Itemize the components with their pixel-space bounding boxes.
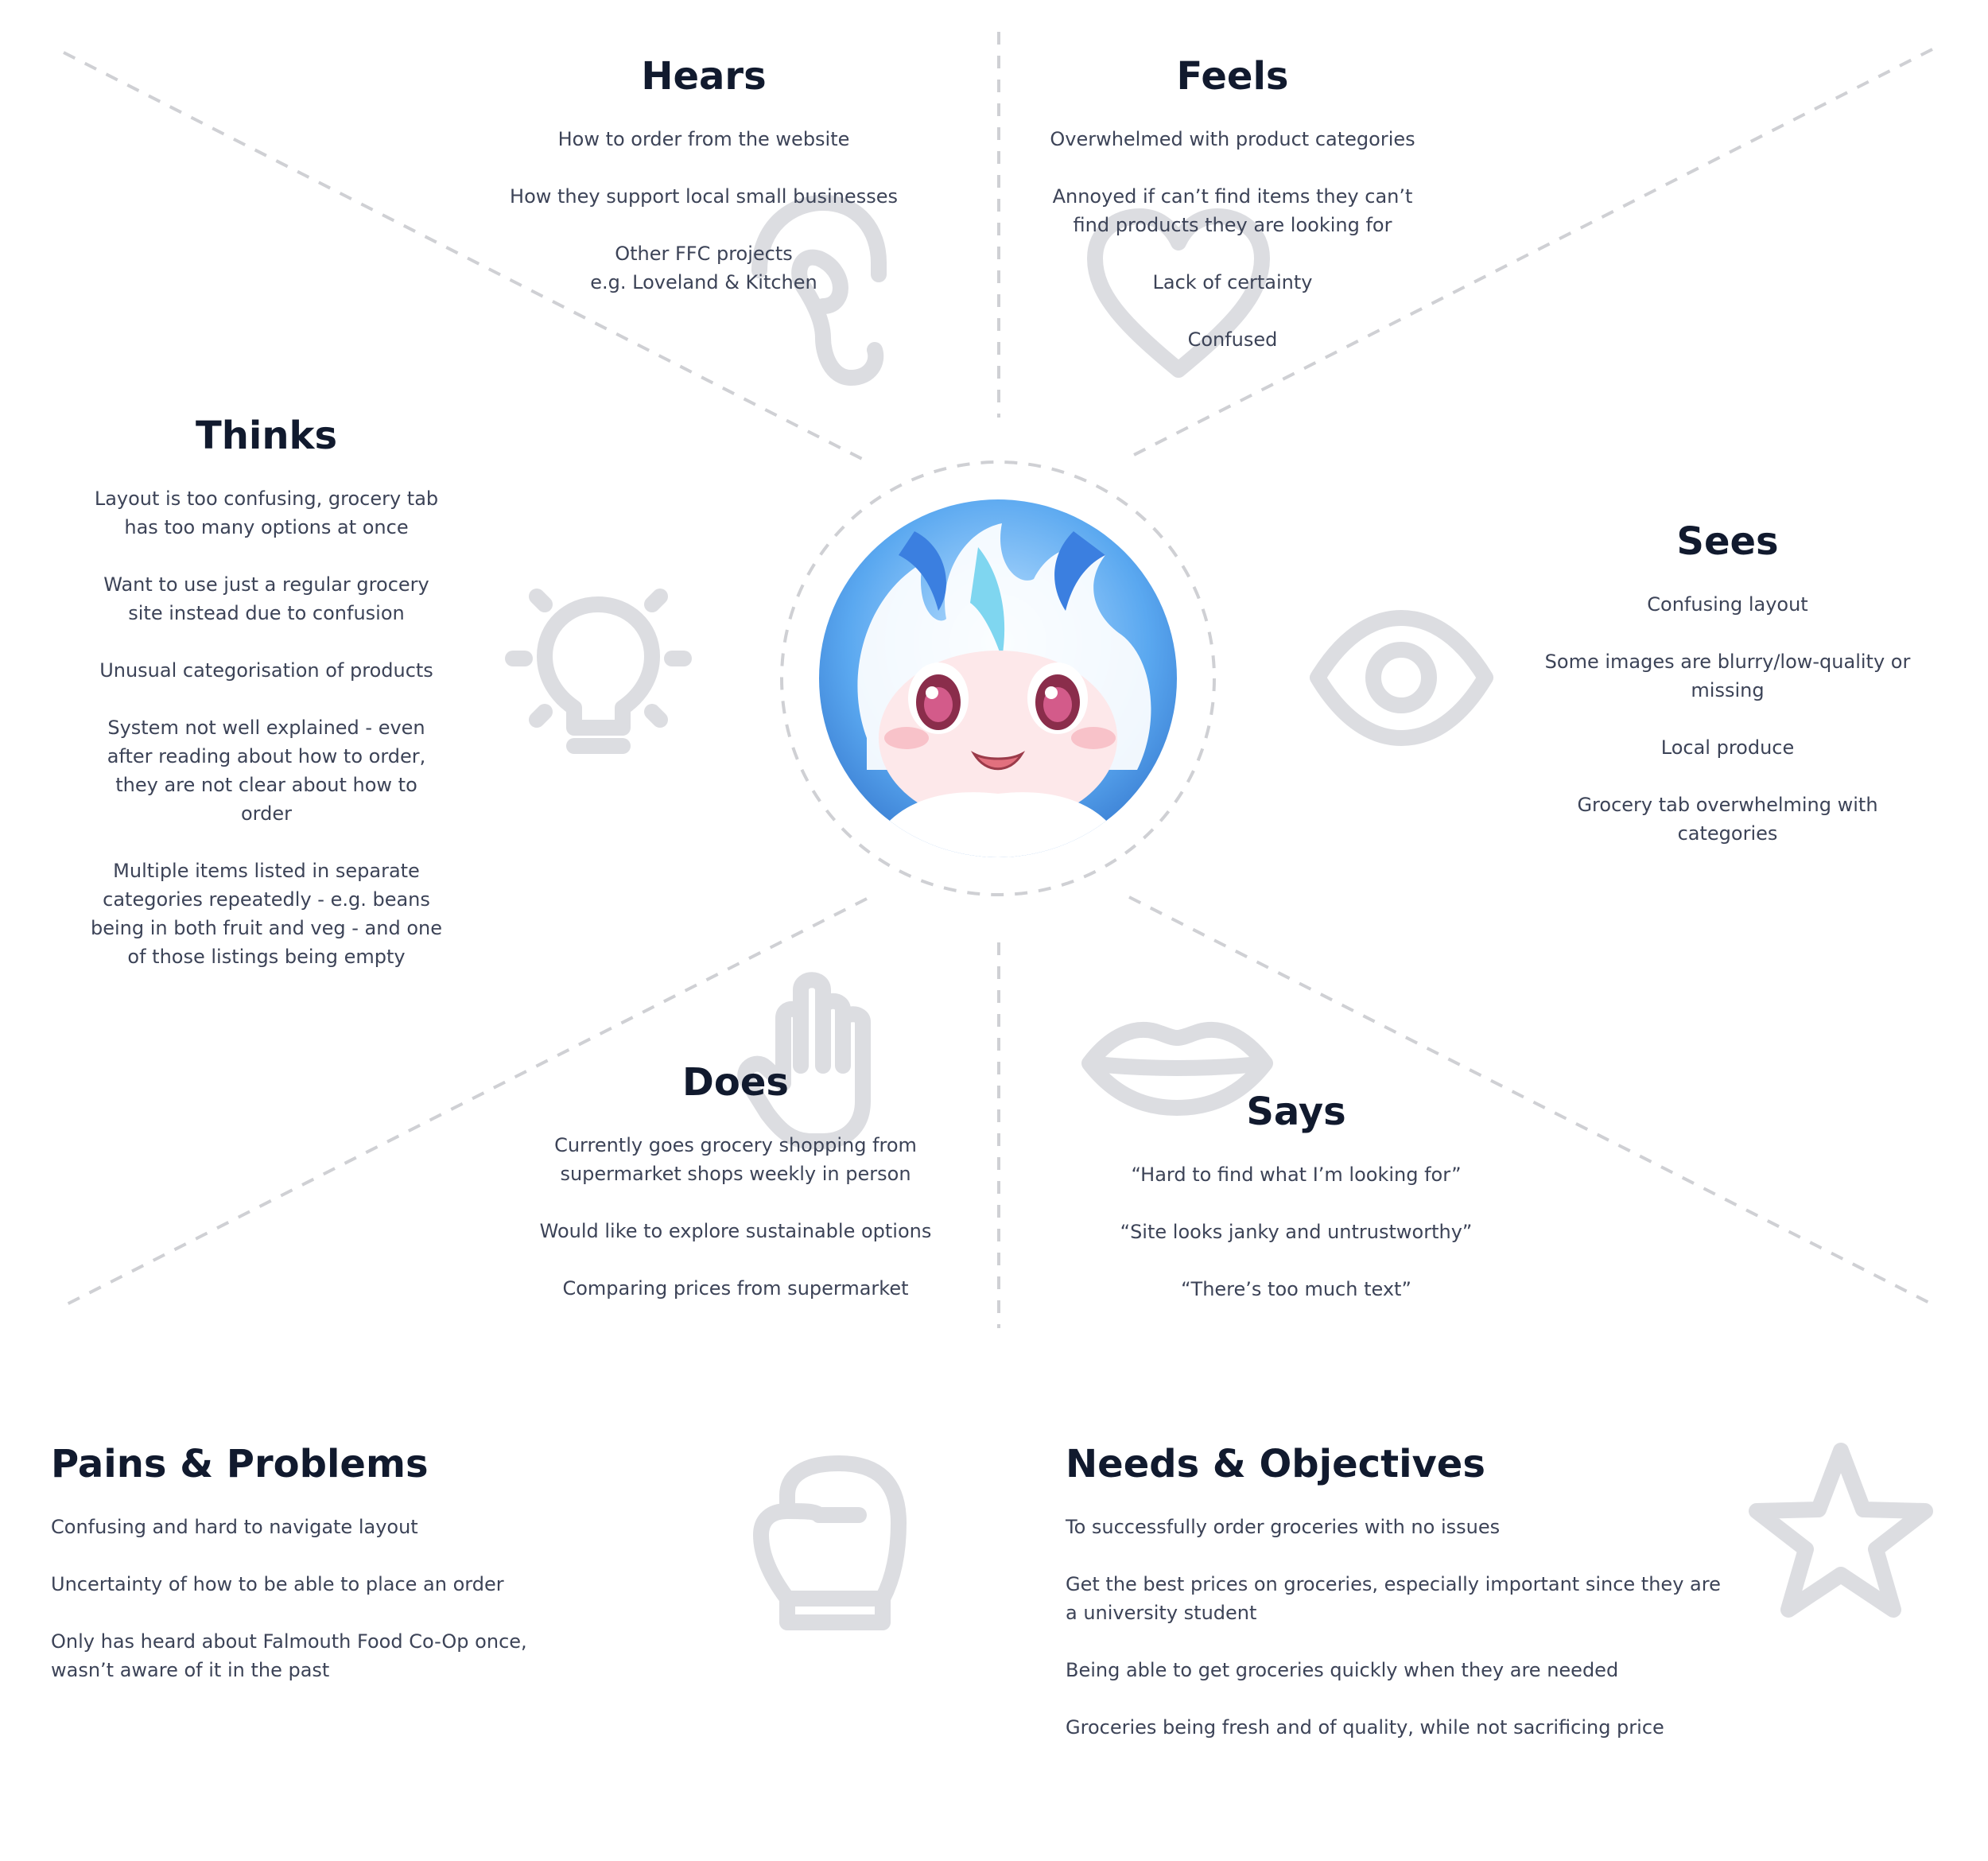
needs-section: Needs & Objectives To successfully order… <box>1066 1443 1726 1770</box>
hears-list: How to order from the website How they s… <box>477 125 930 297</box>
lightbulb-icon <box>505 589 692 767</box>
does-list: Currently goes grocery shopping from sup… <box>537 1131 934 1303</box>
pains-section: Pains & Problems Confusing and hard to n… <box>51 1443 544 1713</box>
list-item: Comparing prices from supermarket <box>562 1276 909 1300</box>
pains-title: Pains & Problems <box>51 1442 429 1486</box>
list-item: Grocery tab overwhelming with categories <box>1577 793 1878 845</box>
thinks-list: Layout is too confusing, grocery tab has… <box>87 484 445 971</box>
list-item: Currently goes grocery shopping from sup… <box>554 1133 917 1185</box>
boxing-glove-icon <box>751 1451 911 1630</box>
list-item: Confusing layout <box>1647 592 1808 616</box>
thinks-title: Thinks <box>195 414 338 458</box>
list-item: “Hard to find what I’m looking for” <box>1131 1163 1462 1186</box>
list-item: How to order from the website <box>557 127 850 150</box>
list-item: Confused <box>1187 328 1278 351</box>
star-icon <box>1745 1439 1936 1630</box>
list-item: Local produce <box>1660 736 1795 759</box>
list-item: Unusual categorisation of products <box>99 659 433 682</box>
does-title: Does <box>682 1060 789 1105</box>
pains-list: Confusing and hard to navigate layout Un… <box>51 1513 544 1684</box>
says-title: Says <box>1246 1090 1346 1134</box>
does-section: Does Currently goes grocery shopping fro… <box>537 1062 934 1331</box>
list-item: Overwhelmed with product categories <box>1050 127 1415 150</box>
eye-icon <box>1308 608 1495 748</box>
says-list: “Hard to find what I’m looking for” “Sit… <box>1097 1160 1495 1303</box>
thinks-section: Thinks Layout is too confusing, grocery … <box>87 415 445 1000</box>
hears-title: Hears <box>641 54 767 99</box>
feels-section: Feels Overwhelmed with product categorie… <box>1034 56 1431 383</box>
list-item: Lack of certainty <box>1152 270 1313 293</box>
feels-title: Feels <box>1176 54 1289 99</box>
list-item: “There’s too much text” <box>1181 1277 1411 1300</box>
feels-list: Overwhelmed with product categories Anno… <box>1034 125 1431 354</box>
list-item: To successfully order groceries with no … <box>1066 1515 1501 1538</box>
list-item: Want to use just a regular grocery site … <box>103 573 429 624</box>
needs-list: To successfully order groceries with no … <box>1066 1513 1726 1742</box>
sees-list: Confusing layout Some images are blurry/… <box>1543 590 1912 848</box>
list-item: Groceries being fresh and of quality, wh… <box>1066 1715 1664 1739</box>
list-item: Annoyed if can’t find items they can’t f… <box>1052 185 1413 236</box>
list-item: Other FFC projects e.g. Loveland & Kitch… <box>590 242 817 293</box>
list-item: Only has heard about Falmouth Food Co-Op… <box>51 1630 527 1681</box>
needs-title: Needs & Objectives <box>1066 1442 1485 1486</box>
list-item: Some images are blurry/low-quality or mi… <box>1544 650 1911 701</box>
sees-title: Sees <box>1676 519 1779 564</box>
says-section: Says “Hard to find what I’m looking for”… <box>1097 1091 1495 1332</box>
list-item: Get the best prices on groceries, especi… <box>1066 1572 1721 1624</box>
list-item: Uncertainty of how to be able to place a… <box>51 1572 504 1595</box>
sees-section: Sees Confusing layout Some images are bl… <box>1543 521 1912 876</box>
list-item: How they support local small businesses <box>510 185 898 208</box>
list-item: Being able to get groceries quickly when… <box>1066 1658 1619 1681</box>
list-item: Confusing and hard to navigate layout <box>51 1515 418 1538</box>
list-item: System not well explained - even after r… <box>107 716 426 825</box>
persona-avatar <box>819 499 1177 857</box>
list-item: Multiple items listed in separate catego… <box>91 859 442 968</box>
list-item: Layout is too confusing, grocery tab has… <box>94 487 439 538</box>
hears-section: Hears How to order from the website How … <box>477 56 930 325</box>
list-item: Would like to explore sustainable option… <box>539 1219 932 1242</box>
list-item: “Site looks janky and untrustworthy” <box>1120 1220 1473 1243</box>
